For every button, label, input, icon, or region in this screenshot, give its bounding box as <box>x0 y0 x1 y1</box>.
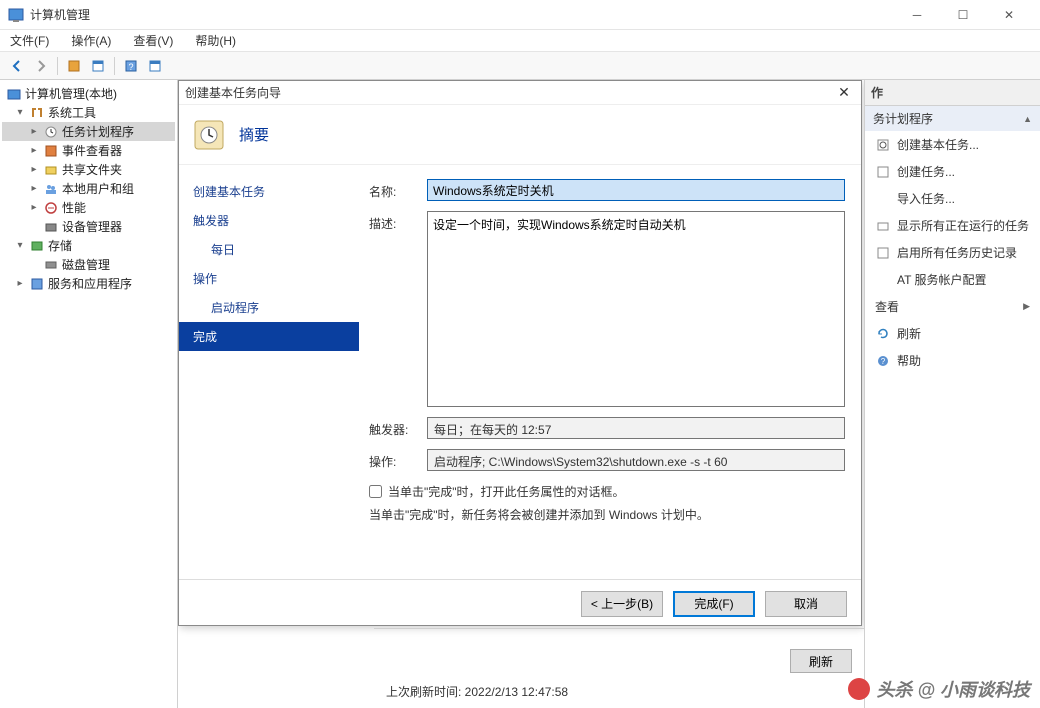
wizard-dialog: 创建基本任务向导 ✕ 摘要 创建基本任务 触发器 每日 操作 启动程序 完成 <box>178 80 862 626</box>
menubar: 文件(F) 操作(A) 查看(V) 帮助(H) <box>0 30 1040 52</box>
step-trigger[interactable]: 触发器 <box>179 206 359 235</box>
toolbar-icon-4[interactable] <box>144 55 166 77</box>
actions-header: 作 <box>865 80 1040 106</box>
refresh-button[interactable]: 刷新 <box>790 649 852 673</box>
label-name: 名称: <box>369 179 427 200</box>
app-icon <box>8 7 24 23</box>
minimize-button[interactable]: ─ <box>894 0 940 30</box>
tree-root[interactable]: 计算机管理(本地) <box>2 84 175 103</box>
finish-button[interactable]: 完成(F) <box>673 591 755 617</box>
wizard-icon <box>193 119 225 151</box>
tree-devmgr[interactable]: 设备管理器 <box>2 217 175 236</box>
window-title: 计算机管理 <box>30 6 894 23</box>
dialog-close-button[interactable]: ✕ <box>833 84 855 101</box>
menu-action[interactable]: 操作(A) <box>67 30 115 51</box>
step-daily[interactable]: 每日 <box>179 235 359 264</box>
action-refresh[interactable]: 刷新 <box>865 320 1040 347</box>
toolbar-icon-2[interactable] <box>87 55 109 77</box>
checkbox-label: 当单击"完成"时，打开此任务属性的对话框。 <box>388 483 625 500</box>
dialog-subtitle: 摘要 <box>239 124 269 145</box>
tree-perf[interactable]: ▸性能 <box>2 198 175 217</box>
step-create[interactable]: 创建基本任务 <box>179 177 359 206</box>
menu-help[interactable]: 帮助(H) <box>191 30 240 51</box>
action-help[interactable]: ?帮助 <box>865 347 1040 374</box>
watermark: 头杀 @ 小雨谈科技 <box>848 676 1030 702</box>
last-refresh-time: 上次刷新时间: 2022/2/13 12:47:58 <box>386 683 852 700</box>
action-view[interactable]: 查看▶ <box>865 293 1040 320</box>
action-atconfig[interactable]: AT 服务帐户配置 <box>865 266 1040 293</box>
actions-panel: 作 务计划程序 ▲ 创建基本任务... 创建任务... 导入任务... 显示所有… <box>864 80 1040 708</box>
tree-systools[interactable]: ▾系统工具 <box>2 103 175 122</box>
cancel-button[interactable]: 取消 <box>765 591 847 617</box>
wizard-steps: 创建基本任务 触发器 每日 操作 启动程序 完成 <box>179 165 359 579</box>
name-field[interactable] <box>427 179 845 201</box>
menu-file[interactable]: 文件(F) <box>6 30 53 51</box>
collapse-icon[interactable]: ▲ <box>1023 114 1032 124</box>
action-import[interactable]: 导入任务... <box>865 185 1040 212</box>
step-startprog[interactable]: 启动程序 <box>179 293 359 322</box>
tree-shares[interactable]: ▸共享文件夹 <box>2 160 175 179</box>
label-action: 操作: <box>369 449 427 470</box>
help-icon[interactable]: ? <box>120 55 142 77</box>
center-pane: 创建基本任务向导 ✕ 摘要 创建基本任务 触发器 每日 操作 启动程序 完成 <box>178 80 864 708</box>
watermark-icon <box>848 678 870 700</box>
back-button[interactable] <box>6 55 28 77</box>
forward-button[interactable] <box>30 55 52 77</box>
tree-storage[interactable]: ▾存储 <box>2 236 175 255</box>
tree-view[interactable]: 计算机管理(本地) ▾系统工具 ▸任务计划程序 ▸事件查看器 ▸共享文件夹 ▸本… <box>0 80 178 708</box>
bottom-strip: 刷新 上次刷新时间: 2022/2/13 12:47:58 <box>374 628 864 708</box>
tree-eventvwr[interactable]: ▸事件查看器 <box>2 141 175 160</box>
tree-taskschd[interactable]: ▸任务计划程序 <box>2 122 175 141</box>
tree-localusers[interactable]: ▸本地用户和组 <box>2 179 175 198</box>
label-trigger: 触发器: <box>369 417 427 438</box>
action-enablehistory[interactable]: 启用所有任务历史记录 <box>865 239 1040 266</box>
action-createtask[interactable]: 创建任务... <box>865 158 1040 185</box>
svg-text:?: ? <box>128 62 133 72</box>
menu-view[interactable]: 查看(V) <box>129 30 177 51</box>
actions-section: 务计划程序 ▲ <box>865 106 1040 131</box>
trigger-value: 每日；在每天的 12:57 <box>427 417 845 439</box>
maximize-button[interactable]: ☐ <box>940 0 986 30</box>
titlebar: 计算机管理 ─ ☐ ✕ <box>0 0 1040 30</box>
hint-text: 当单击"完成"时，新任务将会被创建并添加到 Windows 计划中。 <box>369 502 845 527</box>
action-showrunning[interactable]: 显示所有正在运行的任务 <box>865 212 1040 239</box>
label-desc: 描述: <box>369 211 427 232</box>
tree-services[interactable]: ▸服务和应用程序 <box>2 274 175 293</box>
step-action[interactable]: 操作 <box>179 264 359 293</box>
toolbar: ? <box>0 52 1040 80</box>
close-button[interactable]: ✕ <box>986 0 1032 30</box>
dialog-title: 创建基本任务向导 <box>185 84 833 101</box>
back-button[interactable]: < 上一步(B) <box>581 591 663 617</box>
desc-field[interactable]: 设定一个时间，实现Windows系统定时自动关机 <box>427 211 845 407</box>
toolbar-icon-1[interactable] <box>63 55 85 77</box>
action-createbasic[interactable]: 创建基本任务... <box>865 131 1040 158</box>
action-value: 启动程序; C:\Windows\System32\shutdown.exe -… <box>427 449 845 471</box>
open-properties-checkbox[interactable] <box>369 485 382 498</box>
step-finish[interactable]: 完成 <box>179 322 359 351</box>
svg-text:?: ? <box>881 357 886 366</box>
tree-diskmgr[interactable]: 磁盘管理 <box>2 255 175 274</box>
